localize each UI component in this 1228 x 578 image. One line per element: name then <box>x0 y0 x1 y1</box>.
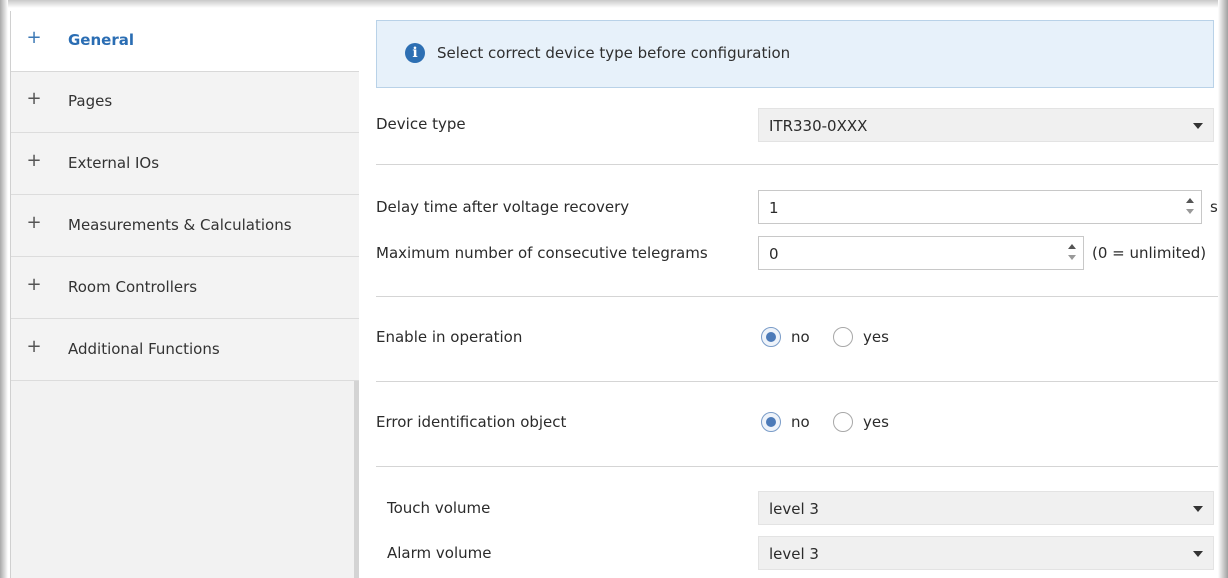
divider <box>376 296 1218 297</box>
window-shadow-top <box>0 0 1228 8</box>
error-object-label: Error identification object <box>376 413 567 431</box>
delay-time-label: Delay time after voltage recovery <box>376 198 630 216</box>
expand-icon[interactable]: + <box>26 90 42 108</box>
radio-label-yes: yes <box>863 328 889 346</box>
parameter-panel: i Select correct device type before conf… <box>376 11 1218 578</box>
delay-time-input[interactable]: 1 <box>758 190 1202 224</box>
sidebar-item-measurements-calculations[interactable]: + Measurements & Calculations <box>11 196 359 257</box>
info-icon: i <box>405 43 425 63</box>
touch-volume-value: level 3 <box>769 500 819 518</box>
chevron-down-icon <box>1193 551 1203 557</box>
expand-icon[interactable]: + <box>26 338 42 356</box>
chevron-down-icon <box>1193 123 1203 129</box>
sidebar-item-label: Additional Functions <box>68 340 220 358</box>
device-type-value: ITR330-0XXX <box>769 117 868 135</box>
radio-label-no: no <box>791 328 810 346</box>
sidebar-item-label: Pages <box>68 92 113 110</box>
sidebar-item-general[interactable]: + General <box>11 11 359 72</box>
window-shadow-left <box>0 0 8 578</box>
expand-icon[interactable]: + <box>26 29 42 47</box>
alarm-volume-value: level 3 <box>769 545 819 563</box>
enable-operation-yes-radio[interactable] <box>833 327 853 347</box>
sidebar-empty-area <box>11 381 358 578</box>
max-telegrams-input[interactable]: 0 <box>758 236 1084 270</box>
sidebar: + General + Pages + External IOs + Measu… <box>11 11 359 578</box>
delay-time-value: 1 <box>769 199 779 217</box>
sidebar-item-label: Measurements & Calculations <box>68 216 292 234</box>
sidebar-item-label: Room Controllers <box>68 278 198 296</box>
touch-volume-label: Touch volume <box>387 499 491 517</box>
parameter-window: + General + Pages + External IOs + Measu… <box>10 11 1218 578</box>
info-text: Select correct device type before config… <box>437 44 791 62</box>
divider <box>376 164 1218 165</box>
divider <box>376 466 1218 467</box>
sidebar-item-external-ios[interactable]: + External IOs <box>11 134 359 195</box>
sidebar-item-pages[interactable]: + Pages <box>11 72 359 133</box>
chevron-down-icon <box>1193 506 1203 512</box>
touch-volume-select[interactable]: level 3 <box>758 491 1214 525</box>
max-telegrams-label: Maximum number of consecutive telegrams <box>376 244 708 262</box>
sidebar-item-room-controllers[interactable]: + Room Controllers <box>11 258 359 319</box>
expand-icon[interactable]: + <box>26 276 42 294</box>
enable-operation-label: Enable in operation <box>376 328 523 346</box>
sidebar-item-additional-functions[interactable]: + Additional Functions <box>11 320 359 381</box>
device-type-label: Device type <box>376 115 466 133</box>
window-shadow-right <box>1218 0 1228 578</box>
max-telegrams-unit: (0 = unlimited) <box>1092 244 1207 262</box>
alarm-volume-label: Alarm volume <box>387 544 492 562</box>
device-type-select[interactable]: ITR330-0XXX <box>758 108 1214 142</box>
sidebar-item-label: General <box>68 31 134 49</box>
sidebar-resize-handle[interactable] <box>354 381 359 578</box>
enable-operation-no-radio[interactable] <box>761 327 781 347</box>
expand-icon[interactable]: + <box>26 214 42 232</box>
info-banner: i Select correct device type before conf… <box>376 20 1214 88</box>
radio-label-no: no <box>791 413 810 431</box>
radio-label-yes: yes <box>863 413 889 431</box>
error-object-no-radio[interactable] <box>761 412 781 432</box>
spinner-icon[interactable] <box>1185 196 1195 218</box>
max-telegrams-value: 0 <box>769 245 779 263</box>
error-object-yes-radio[interactable] <box>833 412 853 432</box>
divider <box>376 381 1218 382</box>
delay-time-unit: s <box>1210 198 1218 216</box>
sidebar-item-label: External IOs <box>68 154 160 172</box>
alarm-volume-select[interactable]: level 3 <box>758 536 1214 570</box>
expand-icon[interactable]: + <box>26 152 42 170</box>
spinner-icon[interactable] <box>1067 242 1077 264</box>
